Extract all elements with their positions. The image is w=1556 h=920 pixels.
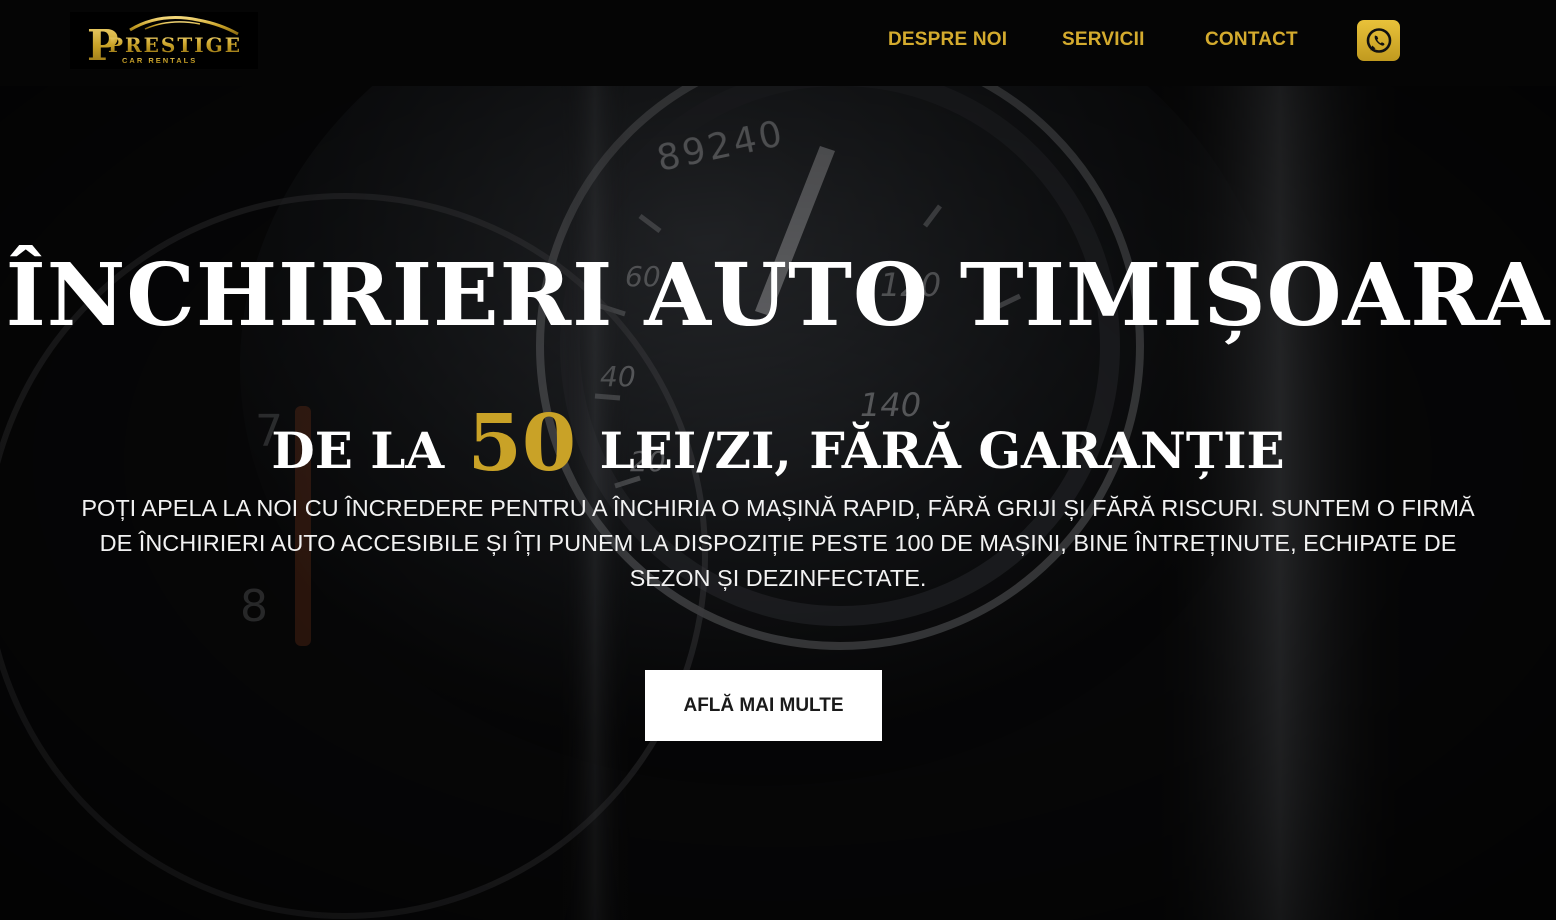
hero-description: POȚI APELA LA NOI CU ÎNCREDERE PENTRU A … <box>81 495 1475 591</box>
logo-sub-text: CAR RENTALS <box>122 56 197 65</box>
nav-despre-noi[interactable]: DESPRE NOI <box>888 0 1007 80</box>
whatsapp-icon <box>1366 27 1391 53</box>
hero-title: ÎNCHIRIERI AUTO TIMIȘOARA <box>5 245 1551 346</box>
price-value: 50 <box>467 398 577 489</box>
subtitle-suffix: LEI/ZI, FĂRĂ GARANȚIE <box>599 421 1285 480</box>
nav-contact[interactable]: CONTACT <box>1205 0 1298 80</box>
hero-subtitle: DE LA 50 LEI/ZI, FĂRĂ GARANȚIE <box>0 404 1556 491</box>
whatsapp-button[interactable] <box>1357 20 1400 61</box>
site-header: P PRESTIGE CAR RENTALS DESPRE NOI SERVIC… <box>0 0 1556 86</box>
learn-more-button[interactable]: AFLĂ MAI MULTE <box>645 670 882 741</box>
learn-more-label: AFLĂ MAI MULTE <box>683 694 844 716</box>
logo-main-text: PRESTIGE <box>108 33 242 57</box>
nav-despre-noi-label: DESPRE NOI <box>888 29 1008 50</box>
hero-section: 60 40 20 120 140 89240 7 8 ÎNCHIRIERI AU… <box>0 86 1556 920</box>
subtitle-prefix: DE LA <box>271 421 445 480</box>
nav-servicii[interactable]: SERVICII <box>1062 0 1145 80</box>
logo[interactable]: P PRESTIGE CAR RENTALS <box>70 12 258 70</box>
nav-contact-label: CONTACT <box>1205 29 1298 50</box>
nav-servicii-label: SERVICII <box>1062 29 1145 50</box>
prestige-logo-icon: P PRESTIGE CAR RENTALS <box>87 16 242 70</box>
